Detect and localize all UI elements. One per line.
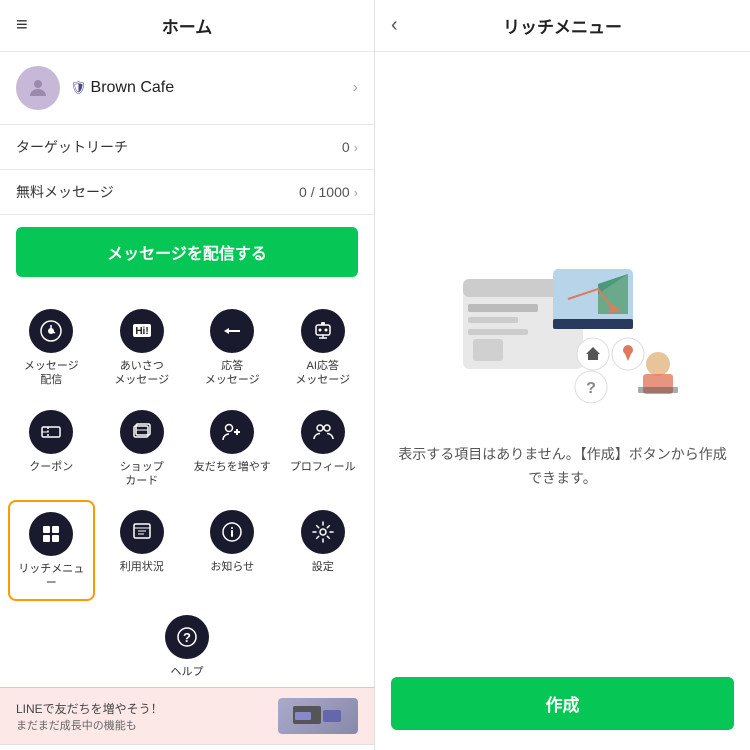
greeting-message-icon: Hi! (120, 309, 164, 353)
rich-menu-item[interactable]: リッチメニュー (8, 500, 95, 601)
svg-text:?: ? (586, 380, 596, 397)
notice-icon (210, 510, 254, 554)
promo-text: LINEで友だちを増やそう！ まだまだ成長中の機能も (16, 700, 268, 733)
shield-icon: 🛡 (70, 80, 87, 96)
ai-response-item[interactable]: AI応答メッセージ (280, 299, 367, 396)
promo-banner: LINEで友だちを増やそう！ まだまだ成長中の機能も (0, 687, 374, 744)
right-panel: ‹ リッチメニュー (375, 0, 750, 750)
add-friends-item[interactable]: 友だちを増やす (189, 400, 276, 497)
usage-status-label: 利用状況 (120, 560, 164, 574)
broadcast-button[interactable]: メッセージを配信する (16, 227, 358, 277)
rich-menu-title: リッチメニュー (503, 13, 622, 38)
create-button[interactable]: 作成 (391, 677, 734, 730)
right-header: ‹ リッチメニュー (375, 0, 750, 52)
account-row[interactable]: 🛡 Brown Cafe › (0, 52, 374, 125)
message-delivery-item[interactable]: メッセージ配信 (8, 299, 95, 396)
help-item[interactable]: ? ヘルプ (0, 611, 374, 687)
message-delivery-label: メッセージ配信 (24, 359, 79, 388)
rich-menu-icon (29, 512, 73, 556)
back-button[interactable]: ‹ (391, 14, 398, 37)
account-name: Brown Cafe (91, 79, 175, 97)
target-reach-value: 0 › (342, 139, 358, 155)
notice-label: お知らせ (210, 560, 254, 574)
shop-card-icon (120, 410, 164, 454)
usage-status-icon (120, 510, 164, 554)
feature-grid: メッセージ配信 Hi! あいさつメッセージ 応答メッセージ AI応答メッセージ (0, 289, 374, 611)
left-header: ≡ ホーム (0, 0, 374, 52)
bottom-nav (0, 744, 374, 750)
response-message-label: 応答メッセージ (205, 359, 260, 388)
svg-text:?: ? (183, 630, 191, 645)
empty-description: 表示する項目はありません。【作成】ボタンから作成 できます。 (395, 443, 730, 491)
coupon-label: クーポン (29, 460, 73, 474)
shop-card-label: ショップカード (120, 460, 164, 489)
help-label: ヘルプ (171, 665, 204, 679)
target-reach-row[interactable]: ターゲットリーチ 0 › (0, 125, 374, 170)
free-message-row[interactable]: 無料メッセージ 0 / 1000 › (0, 170, 374, 215)
settings-icon (301, 510, 345, 554)
hamburger-menu-icon[interactable]: ≡ (16, 14, 28, 37)
svg-text:Hi!: Hi! (135, 326, 148, 337)
account-chevron-icon: › (353, 79, 358, 97)
account-info: 🛡 Brown Cafe (70, 79, 353, 97)
avatar (16, 66, 60, 110)
settings-item[interactable]: 設定 (280, 500, 367, 601)
help-icon: ? (165, 615, 209, 659)
coupon-icon (29, 410, 73, 454)
coupon-item[interactable]: クーポン (8, 400, 95, 497)
right-content: ? 表示する項目はありません。【作成】ボタンから作成 できます。 (375, 52, 750, 677)
settings-label: 設定 (312, 560, 334, 574)
person-icon (26, 76, 50, 100)
empty-illustration: ? (443, 239, 683, 419)
response-message-icon (210, 309, 254, 353)
promo-image (278, 698, 358, 734)
free-message-label: 無料メッセージ (16, 182, 114, 202)
home-title: ホーム (162, 13, 213, 38)
usage-status-item[interactable]: 利用状況 (99, 500, 186, 601)
greeting-message-item[interactable]: Hi! あいさつメッセージ (99, 299, 186, 396)
message-delivery-icon (29, 309, 73, 353)
profile-icon (301, 410, 345, 454)
rich-menu-label: リッチメニュー (18, 562, 84, 591)
shop-card-item[interactable]: ショップカード (99, 400, 186, 497)
response-message-item[interactable]: 応答メッセージ (189, 299, 276, 396)
add-friends-icon (210, 410, 254, 454)
free-message-value: 0 / 1000 › (299, 184, 358, 200)
add-friends-label: 友だちを増やす (194, 460, 271, 474)
profile-item[interactable]: プロフィール (280, 400, 367, 497)
notice-item[interactable]: お知らせ (189, 500, 276, 601)
target-reach-label: ターゲットリーチ (16, 137, 128, 157)
left-panel: ≡ ホーム 🛡 Brown Cafe › ターゲットリーチ 0 › 無料メッセー… (0, 0, 375, 750)
ai-response-label: AI応答メッセージ (295, 359, 350, 388)
ai-response-icon (301, 309, 345, 353)
greeting-message-label: あいさつメッセージ (114, 359, 169, 388)
profile-label: プロフィール (290, 460, 356, 474)
